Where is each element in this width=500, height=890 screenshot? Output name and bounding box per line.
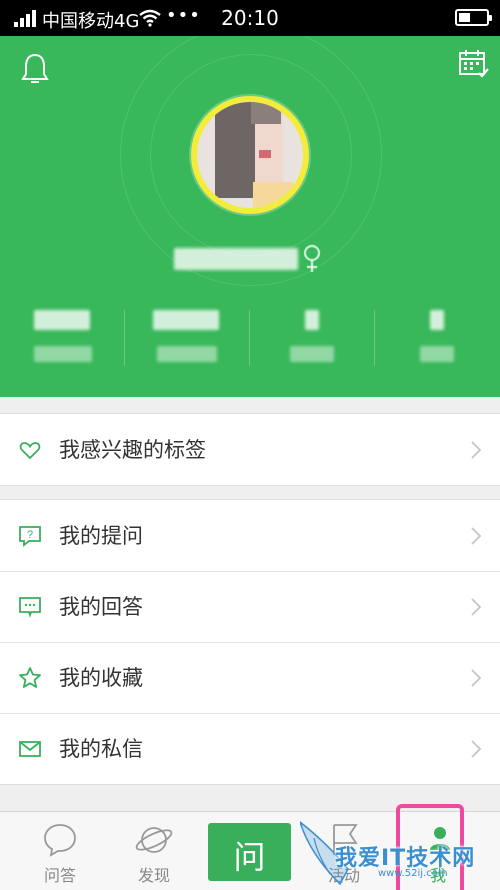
menu-item-my-questions[interactable]: ? 我的提问 [0, 500, 500, 571]
username-blurred [174, 248, 298, 270]
clock: 20:10 [221, 6, 279, 30]
chevron-right-icon [471, 598, 482, 616]
ask-button-label: 问 [233, 838, 266, 876]
ask-question-button[interactable]: 问 [208, 823, 291, 881]
planet-icon [135, 827, 173, 853]
calendar-check-icon[interactable] [458, 48, 490, 80]
menu-label: 我的私信 [59, 737, 143, 761]
chat-bubble-icon [44, 824, 76, 857]
bell-icon[interactable] [20, 52, 50, 86]
tab-discover[interactable]: 发现 [131, 812, 181, 890]
chevron-right-icon [471, 527, 482, 545]
menu-item-my-messages[interactable]: 我的私信 [0, 713, 500, 784]
star-icon [19, 667, 41, 688]
tab-qa[interactable]: 问答 [36, 812, 86, 890]
stat-blurred[interactable] [250, 302, 375, 382]
menu-item-my-answers[interactable]: 我的回答 [0, 571, 500, 642]
profile-header [0, 36, 500, 397]
menu-item-interest-tags[interactable]: 我感兴趣的标签 [0, 414, 500, 485]
chevron-right-icon [471, 669, 482, 687]
question-bubble-icon: ? [19, 526, 41, 547]
menu-label: 我感兴趣的标签 [59, 438, 206, 462]
menu-label: 我的提问 [59, 524, 143, 548]
menu-group-tags: 我感兴趣的标签 [0, 413, 500, 486]
heart-icon [19, 442, 41, 460]
stat-blurred[interactable] [0, 302, 125, 382]
tab-label: 问答 [44, 866, 77, 885]
envelope-icon [19, 741, 41, 757]
svg-text:?: ? [27, 529, 33, 541]
watermark-url: www.52ij.com [378, 868, 448, 879]
stat-blurred[interactable] [375, 302, 500, 382]
menu-item-my-favorites[interactable]: 我的收藏 [0, 642, 500, 713]
avatar[interactable] [191, 96, 309, 214]
menu-label: 我的收藏 [59, 666, 143, 690]
female-gender-icon [303, 244, 321, 272]
chevron-right-icon [471, 740, 482, 758]
menu-label: 我的回答 [59, 595, 143, 619]
status-bar: 中国移动4G ••• 20:10 [0, 0, 500, 36]
chevron-right-icon [471, 441, 482, 459]
profile-stats [0, 302, 500, 382]
stat-blurred[interactable] [125, 302, 250, 382]
tab-label: 发现 [138, 866, 171, 885]
comment-dots-icon [19, 597, 41, 618]
avatar-photo [197, 102, 303, 208]
battery-icon [455, 9, 492, 26]
menu-group-activity: ? 我的提问 我的回答 我的收藏 我的私信 [0, 499, 500, 785]
